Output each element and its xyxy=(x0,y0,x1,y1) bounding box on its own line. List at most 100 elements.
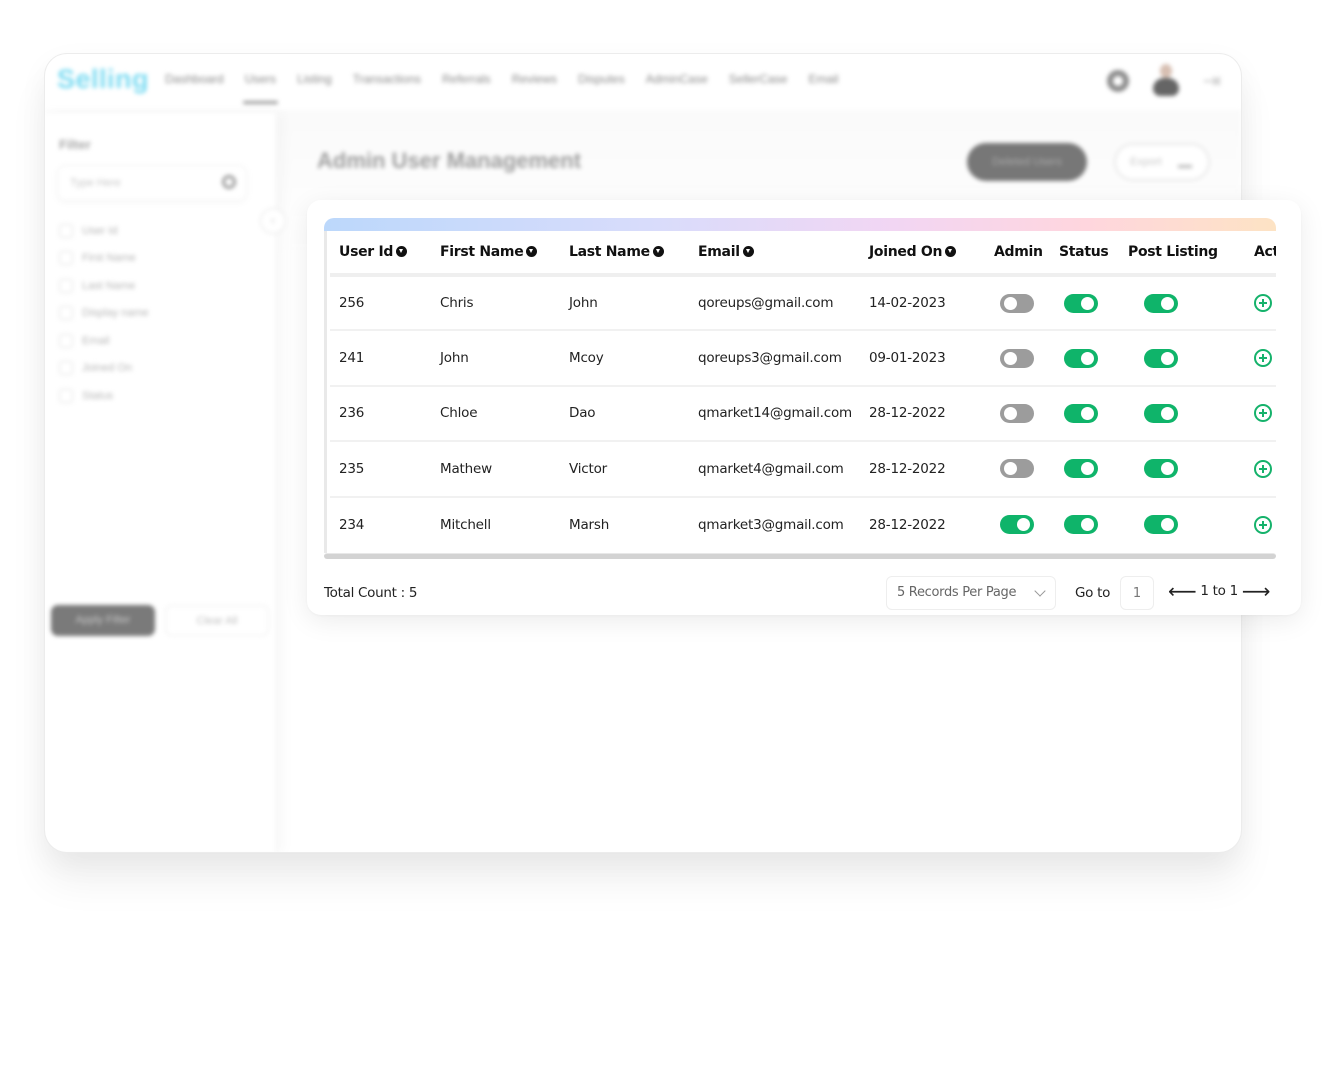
nav-item-transactions[interactable]: Transactions xyxy=(353,72,421,106)
toggle-knob xyxy=(1081,518,1094,532)
deleted-users-button[interactable]: Deleted Users xyxy=(967,143,1087,181)
nav-item-disputes[interactable]: Disputes xyxy=(578,72,625,106)
add-circle-icon[interactable] xyxy=(1254,349,1272,368)
toggle-knob xyxy=(1004,351,1017,365)
total-count: Total Count : 5 xyxy=(324,585,418,601)
filter-option-status[interactable]: Status xyxy=(59,382,149,410)
clear-all-button[interactable]: Clear All xyxy=(165,605,269,636)
collapse-sidebar-button[interactable]: ‹ xyxy=(260,208,286,234)
column-header-joined-on[interactable]: Joined On xyxy=(860,231,985,277)
filter-option-user-id[interactable]: User Id xyxy=(59,217,149,245)
filter-option-label: Last Name xyxy=(82,279,136,292)
sort-down-icon[interactable] xyxy=(742,246,754,257)
next-page-arrow-icon[interactable]: ⟶ xyxy=(1242,581,1271,601)
column-header-user-id[interactable]: User Id xyxy=(330,231,431,277)
column-label: Status xyxy=(1059,244,1109,260)
prev-page-arrow-icon[interactable]: ⟵ xyxy=(1168,581,1197,601)
cell-joined-on: 14-02-2023 xyxy=(860,275,985,332)
table-row: 234 Mitchell Marsh qmarket3@gmail.com 28-12-… xyxy=(330,497,1276,552)
filter-option-last-name[interactable]: Last Name xyxy=(59,272,149,300)
sort-down-icon[interactable] xyxy=(652,246,664,257)
filter-option-joined-on[interactable]: Joined On xyxy=(59,355,149,383)
filter-option-display-name[interactable]: Display name xyxy=(59,300,149,328)
checkbox[interactable] xyxy=(59,306,73,321)
nav-item-users[interactable]: Users xyxy=(242,72,279,106)
search-icon[interactable] xyxy=(222,175,236,189)
toggle-knob xyxy=(1081,296,1094,310)
add-circle-icon[interactable] xyxy=(1254,404,1272,423)
filter-option-email[interactable]: Email xyxy=(59,327,149,355)
gear-icon[interactable] xyxy=(1106,70,1129,92)
brand-logo[interactable]: Selling xyxy=(57,64,149,95)
checkbox[interactable] xyxy=(59,278,73,293)
cell-status xyxy=(1050,497,1114,552)
nav-item-sellercase[interactable]: SellerCase xyxy=(729,72,788,106)
horizontal-scrollbar[interactable] xyxy=(324,553,1276,559)
apply-filter-button[interactable]: Apply Filter xyxy=(51,605,155,636)
logout-icon[interactable]: ⇥ xyxy=(1203,68,1221,94)
upload-icon xyxy=(1178,156,1192,168)
nav-item-reviews[interactable]: Reviews xyxy=(512,72,557,106)
nav-item-email[interactable]: Email xyxy=(808,72,838,106)
filter-search-input[interactable]: Type Here xyxy=(57,165,247,201)
checkbox[interactable] xyxy=(59,223,73,238)
records-per-page-select[interactable]: 5 Records Per Page xyxy=(886,576,1056,610)
post-listing-toggle[interactable] xyxy=(1144,348,1178,368)
post-listing-toggle[interactable] xyxy=(1144,515,1178,535)
post-listing-toggle[interactable] xyxy=(1144,293,1178,313)
cell-first-name: Chloe xyxy=(431,385,560,443)
sort-down-icon[interactable] xyxy=(945,246,957,257)
cell-email: qoreups3@gmail.com xyxy=(689,330,860,387)
filter-options: User Id First Name Last Name Display nam… xyxy=(59,217,149,410)
cell-post-listing xyxy=(1114,385,1232,443)
toggle-knob xyxy=(1081,351,1094,365)
goto-page-input[interactable] xyxy=(1120,576,1154,610)
status-toggle[interactable] xyxy=(1064,293,1098,313)
column-header-first-name[interactable]: First Name xyxy=(431,231,560,277)
toggle-knob xyxy=(1161,518,1174,532)
column-header-action: Actio xyxy=(1232,231,1276,277)
column-label: Actio xyxy=(1254,244,1276,260)
post-listing-toggle[interactable] xyxy=(1144,459,1178,479)
sort-down-icon[interactable] xyxy=(526,246,538,257)
status-toggle[interactable] xyxy=(1064,403,1098,423)
nav-item-dashboard[interactable]: Dashboard xyxy=(165,72,224,106)
users-table-card: User Id First Name Last Name Email Joine… xyxy=(307,200,1301,615)
cell-user-id: 236 xyxy=(330,385,431,443)
avatar[interactable] xyxy=(1151,64,1181,98)
cell-first-name: Chris xyxy=(431,275,560,332)
status-toggle[interactable] xyxy=(1064,348,1098,368)
admin-toggle[interactable] xyxy=(1000,348,1034,368)
cell-status xyxy=(1050,330,1114,387)
top-navigation: Selling Dashboard Users Listing Transact… xyxy=(45,54,1241,112)
status-toggle[interactable] xyxy=(1064,459,1098,479)
cell-admin xyxy=(985,330,1050,387)
filter-option-label: Joined On xyxy=(82,362,133,375)
export-button[interactable]: Export xyxy=(1114,143,1210,181)
nav-item-admincase[interactable]: AdminCase xyxy=(646,72,708,106)
add-circle-icon[interactable] xyxy=(1254,515,1272,534)
admin-toggle[interactable] xyxy=(1000,515,1034,535)
checkbox[interactable] xyxy=(59,251,73,266)
checkbox[interactable] xyxy=(59,388,73,403)
column-header-email[interactable]: Email xyxy=(689,231,860,277)
add-circle-icon[interactable] xyxy=(1254,459,1272,478)
sort-down-icon[interactable] xyxy=(396,246,408,257)
column-label: Email xyxy=(698,244,740,260)
cell-first-name: Mitchell xyxy=(440,516,491,533)
nav-item-listing[interactable]: Listing xyxy=(297,72,332,106)
checkbox[interactable] xyxy=(59,333,73,348)
column-header-last-name[interactable]: Last Name xyxy=(560,231,689,277)
cell-joined-on: 28-12-2022 xyxy=(869,516,946,533)
filter-option-first-name[interactable]: First Name xyxy=(59,245,149,273)
table-footer: Total Count : 5 5 Records Per Page Go to… xyxy=(324,576,1276,612)
add-circle-icon[interactable] xyxy=(1254,294,1272,313)
checkbox[interactable] xyxy=(59,361,73,376)
nav-item-referrals[interactable]: Referrals xyxy=(442,72,491,106)
status-toggle[interactable] xyxy=(1064,515,1098,535)
admin-toggle[interactable] xyxy=(1000,293,1034,313)
post-listing-toggle[interactable] xyxy=(1144,403,1178,423)
admin-toggle[interactable] xyxy=(1000,459,1034,479)
admin-toggle[interactable] xyxy=(1000,403,1034,423)
page-title: Admin User Management xyxy=(317,148,582,173)
